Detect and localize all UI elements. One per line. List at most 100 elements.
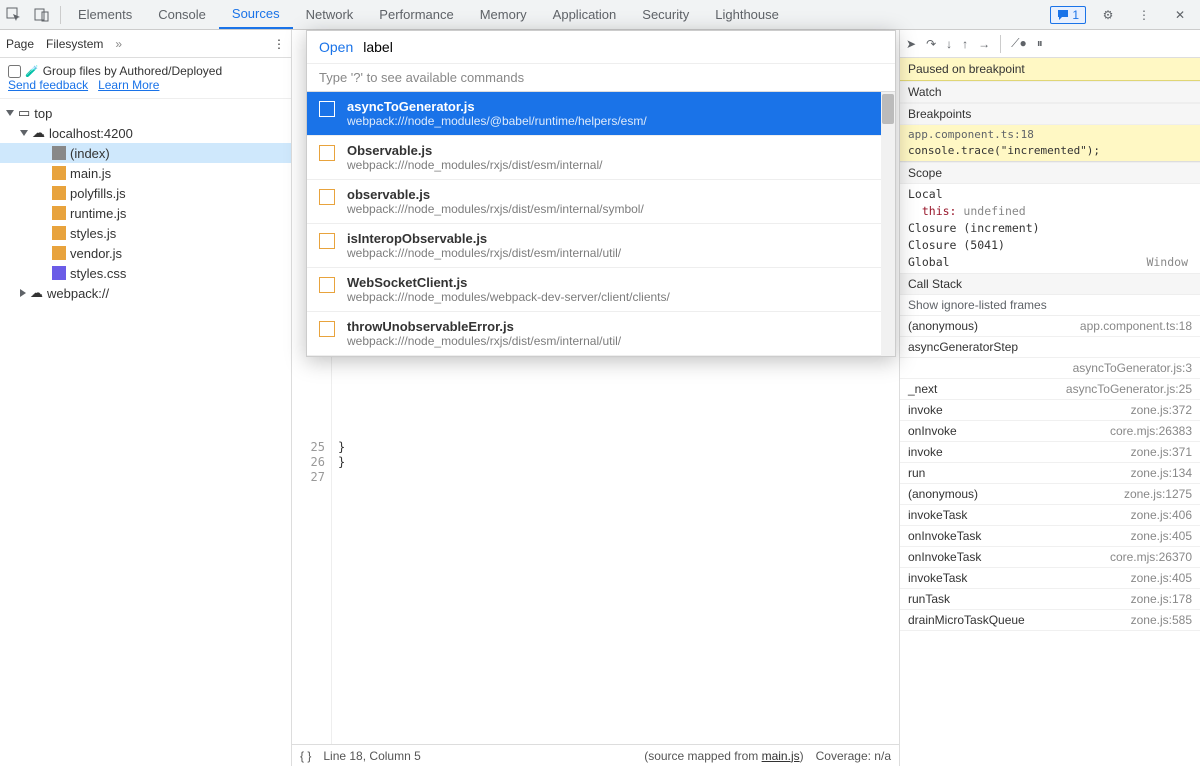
file-icon bbox=[52, 166, 66, 180]
file-icon bbox=[319, 277, 335, 293]
group-files-input[interactable] bbox=[8, 65, 21, 78]
learn-more-link[interactable]: Learn More bbox=[98, 78, 159, 92]
cloud-icon: ☁ bbox=[30, 285, 43, 301]
step-into-icon[interactable]: ↓ bbox=[946, 37, 952, 51]
file-icon bbox=[52, 186, 66, 200]
more-icon[interactable]: ⋮ bbox=[1130, 1, 1158, 29]
panel-tab-network[interactable]: Network bbox=[293, 0, 367, 29]
file-icon bbox=[319, 233, 335, 249]
stack-frame[interactable]: runzone.js:134 bbox=[900, 463, 1200, 484]
scrollbar-thumb[interactable] bbox=[882, 94, 894, 124]
cmd-result-item[interactable]: asyncToGenerator.jswebpack:///node_modul… bbox=[307, 92, 895, 136]
cmd-result-item[interactable]: throwUnobservableError.jswebpack:///node… bbox=[307, 312, 895, 356]
tree-host[interactable]: ☁localhost:4200 bbox=[0, 123, 291, 143]
file-icon bbox=[52, 266, 66, 280]
stack-frame[interactable]: invokezone.js:372 bbox=[900, 400, 1200, 421]
step-out-icon[interactable]: ↑ bbox=[962, 37, 968, 51]
source-mapped: (source mapped from main.js) bbox=[644, 749, 803, 763]
cmd-input[interactable] bbox=[363, 39, 883, 55]
stack-frame[interactable]: invokeTaskzone.js:405 bbox=[900, 568, 1200, 589]
cmd-result-item[interactable]: Observable.jswebpack:///node_modules/rxj… bbox=[307, 136, 895, 180]
breakpoints-section[interactable]: Breakpoints bbox=[900, 103, 1200, 125]
panel-tabs: ElementsConsoleSourcesNetworkPerformance… bbox=[65, 0, 1050, 29]
braces-icon[interactable]: { } bbox=[300, 749, 311, 763]
file-icon bbox=[319, 101, 335, 117]
callstack-section[interactable]: Call Stack bbox=[900, 273, 1200, 295]
scope-body: Local this: undefined Closure (increment… bbox=[900, 184, 1200, 273]
show-ignored-frames[interactable]: Show ignore-listed frames bbox=[900, 295, 1200, 316]
navigator-panel: Page Filesystem » ⋮ 🧪 Group files by Aut… bbox=[0, 30, 292, 766]
source-map-link[interactable]: main.js bbox=[762, 749, 800, 763]
stack-frame[interactable]: runTaskzone.js:178 bbox=[900, 589, 1200, 610]
tree-file[interactable]: main.js bbox=[0, 163, 291, 183]
coverage-status: Coverage: n/a bbox=[816, 749, 891, 763]
stack-frame[interactable]: invokezone.js:371 bbox=[900, 442, 1200, 463]
file-icon bbox=[319, 189, 335, 205]
cmd-result-item[interactable]: WebSocketClient.jswebpack:///node_module… bbox=[307, 268, 895, 312]
step-icon[interactable]: → bbox=[978, 37, 990, 51]
file-icon bbox=[52, 226, 66, 240]
debug-toolbar: ➤ ↷ ↓ ↑ → ⟋● ⏸ bbox=[900, 30, 1200, 58]
panel-tab-application[interactable]: Application bbox=[540, 0, 630, 29]
stack-frame[interactable]: asyncToGenerator.js:3 bbox=[900, 358, 1200, 379]
stack-frame[interactable]: (anonymous)zone.js:1275 bbox=[900, 484, 1200, 505]
tree-top[interactable]: ▭top bbox=[0, 103, 291, 123]
panel-tab-security[interactable]: Security bbox=[629, 0, 702, 29]
cloud-icon: ☁ bbox=[32, 125, 45, 141]
cmd-results: asyncToGenerator.jswebpack:///node_modul… bbox=[307, 92, 895, 356]
file-icon bbox=[319, 145, 335, 161]
stack-frame[interactable]: onInvokeTaskcore.mjs:26370 bbox=[900, 547, 1200, 568]
inspect-icon[interactable] bbox=[0, 1, 28, 29]
breakpoint-item[interactable]: app.component.ts:18 console.trace("incre… bbox=[900, 125, 1200, 162]
cmd-open-label: Open bbox=[319, 39, 353, 55]
settings-icon[interactable]: ⚙ bbox=[1094, 1, 1122, 29]
tree-file[interactable]: polyfills.js bbox=[0, 183, 291, 203]
stack-frame[interactable]: asyncGeneratorStep bbox=[900, 337, 1200, 358]
file-icon bbox=[52, 246, 66, 260]
panel-tab-sources[interactable]: Sources bbox=[219, 0, 293, 29]
stack-frame[interactable]: onInvokecore.mjs:26383 bbox=[900, 421, 1200, 442]
cmd-result-item[interactable]: observable.jswebpack:///node_modules/rxj… bbox=[307, 180, 895, 224]
cursor-position: Line 18, Column 5 bbox=[323, 749, 420, 763]
debugger-panel: ➤ ↷ ↓ ↑ → ⟋● ⏸ Paused on breakpoint Watc… bbox=[900, 30, 1200, 766]
command-menu: Open Type '?' to see available commands … bbox=[306, 30, 896, 357]
panel-tab-elements[interactable]: Elements bbox=[65, 0, 145, 29]
group-files-checkbox[interactable]: 🧪 Group files by Authored/Deployed bbox=[8, 64, 283, 78]
stack-frame[interactable]: (anonymous)app.component.ts:18 bbox=[900, 316, 1200, 337]
step-over-icon[interactable]: ↷ bbox=[926, 37, 936, 51]
nav-tab-page[interactable]: Page bbox=[6, 37, 34, 51]
nav-more-icon[interactable]: ⋮ bbox=[273, 37, 285, 51]
panel-tab-lighthouse[interactable]: Lighthouse bbox=[702, 0, 792, 29]
tree-file[interactable]: (index) bbox=[0, 143, 291, 163]
device-toggle-icon[interactable] bbox=[28, 1, 56, 29]
stack-frame[interactable]: _nextasyncToGenerator.js:25 bbox=[900, 379, 1200, 400]
messages-badge[interactable]: 1 bbox=[1050, 6, 1086, 24]
panel-tab-memory[interactable]: Memory bbox=[467, 0, 540, 29]
stack-frame[interactable]: drainMicroTaskQueuezone.js:585 bbox=[900, 610, 1200, 631]
messages-count: 1 bbox=[1072, 8, 1079, 22]
file-icon bbox=[319, 321, 335, 337]
cmd-result-item[interactable]: isInteropObservable.jswebpack:///node_mo… bbox=[307, 224, 895, 268]
stack-frame[interactable]: onInvokeTaskzone.js:405 bbox=[900, 526, 1200, 547]
devtools-topbar: ElementsConsoleSourcesNetworkPerformance… bbox=[0, 0, 1200, 30]
resume-icon[interactable]: ➤ bbox=[906, 37, 916, 51]
scope-section[interactable]: Scope bbox=[900, 162, 1200, 184]
tree-file[interactable]: styles.js bbox=[0, 223, 291, 243]
panel-tab-console[interactable]: Console bbox=[145, 0, 219, 29]
file-icon bbox=[52, 146, 66, 160]
nav-tab-filesystem[interactable]: Filesystem bbox=[46, 37, 103, 51]
tree-file[interactable]: runtime.js bbox=[0, 203, 291, 223]
nav-tab-more-icon[interactable]: » bbox=[115, 37, 122, 51]
watch-section[interactable]: Watch bbox=[900, 81, 1200, 103]
deactivate-bp-icon[interactable]: ⟋● bbox=[1011, 36, 1027, 51]
pause-exceptions-icon[interactable]: ⏸ bbox=[1037, 36, 1043, 51]
paused-banner: Paused on breakpoint bbox=[900, 58, 1200, 81]
stack-frame[interactable]: invokeTaskzone.js:406 bbox=[900, 505, 1200, 526]
tree-webpack[interactable]: ☁webpack:// bbox=[0, 283, 291, 303]
tree-file[interactable]: vendor.js bbox=[0, 243, 291, 263]
editor-statusbar: { } Line 18, Column 5 (source mapped fro… bbox=[292, 744, 899, 766]
tree-file[interactable]: styles.css bbox=[0, 263, 291, 283]
close-icon[interactable]: ✕ bbox=[1166, 1, 1194, 29]
panel-tab-performance[interactable]: Performance bbox=[366, 0, 466, 29]
send-feedback-link[interactable]: Send feedback bbox=[8, 78, 88, 92]
